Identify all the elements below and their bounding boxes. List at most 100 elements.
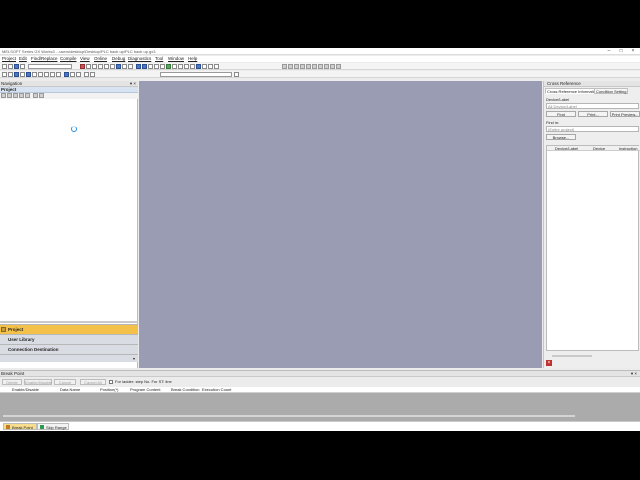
find-icon[interactable] [110,64,115,69]
convert-icon[interactable] [172,64,177,69]
rebuild-icon[interactable] [190,64,195,69]
nav-tab-user-library[interactable]: User Library [0,334,138,344]
print-preview-button[interactable]: Print Preview... [610,111,640,117]
inline-icon[interactable] [70,72,75,77]
menu-tool[interactable]: Tool [155,56,163,62]
operation-icon[interactable] [64,72,69,77]
break-point-scrollbar[interactable] [3,415,575,417]
device-label-input[interactable]: All Device/Label [546,103,639,109]
project-tree[interactable] [0,99,137,319]
continue-icon[interactable] [312,64,317,69]
cancel-button[interactable]: Cancel [54,379,76,385]
refresh-icon[interactable] [25,93,30,98]
build-icon[interactable] [184,64,189,69]
column-device-label[interactable]: Device/Label [555,146,578,151]
column-instruction[interactable]: Instruction [619,146,637,151]
simulation-icon[interactable] [166,64,171,69]
expand-icon[interactable] [1,93,6,98]
device-icon[interactable] [122,64,127,69]
monitor-start-icon[interactable] [154,64,159,69]
paste-icon[interactable] [92,64,97,69]
column-position[interactable]: Position(*) [100,387,118,393]
vertical-line-icon[interactable] [32,72,37,77]
menu-view[interactable]: View [80,56,90,62]
chevron-down-icon[interactable]: ▾ [133,355,135,363]
menu-compile[interactable]: Compile [60,56,77,62]
print-button[interactable]: Print... [578,111,608,117]
step-over-icon[interactable] [288,64,293,69]
close-contact-icon[interactable] [8,72,13,77]
step-in-icon[interactable] [294,64,299,69]
menu-diagnostics[interactable]: Diagnostics [128,56,151,62]
menu-help[interactable]: Help [188,56,197,62]
line-icon[interactable] [26,72,31,77]
parameter-icon[interactable] [90,72,95,77]
save-icon[interactable] [14,64,19,69]
redo-icon[interactable] [104,64,109,69]
invert-icon[interactable] [56,72,61,77]
function-icon[interactable] [20,72,25,77]
zoom-icon[interactable] [116,64,121,69]
skip-icon[interactable] [318,64,323,69]
delete-line-icon[interactable] [38,72,43,77]
print-icon[interactable] [20,64,25,69]
watch-icon[interactable] [336,64,341,69]
break-point-table[interactable]: Enable/Disable Data Name Position(*) Pro… [0,387,640,421]
step-out-icon[interactable] [300,64,305,69]
enable-disable-button[interactable]: Enable/Disable [24,379,52,385]
cancel-all-button[interactable]: Cancel All [80,379,106,385]
menu-find-replace[interactable]: Find/Replace [31,56,58,62]
column-break-condition[interactable]: Break Condition [171,387,199,393]
find-button[interactable]: Find [546,111,576,117]
open-contact-icon[interactable] [2,72,7,77]
sort-icon[interactable] [19,93,24,98]
column-device[interactable]: Device [593,146,605,151]
step-line-checkbox[interactable] [109,380,113,384]
new-project-icon[interactable] [2,64,7,69]
coil-icon[interactable] [14,72,19,77]
statement-icon[interactable] [208,64,213,69]
note-icon[interactable] [214,64,219,69]
collapse-icon[interactable] [7,93,12,98]
nav-tab-overflow[interactable]: ▾ [0,354,138,362]
nav-tab-project[interactable]: Project [0,324,138,334]
verify-icon[interactable] [148,64,153,69]
scan-icon[interactable] [324,64,329,69]
column-enable-disable[interactable]: Enable/Disable [12,387,39,393]
delete-button[interactable]: Delete [2,379,22,385]
menu-project[interactable]: Project [2,56,16,62]
filter-icon[interactable] [13,93,18,98]
menu-debug[interactable]: Debug [112,56,125,62]
work-window-area[interactable] [139,81,542,368]
tab-break-point[interactable]: Break Point [3,423,37,430]
close-icon[interactable]: × [546,360,552,366]
close-icon[interactable]: × [627,48,639,55]
maximize-icon[interactable]: □ [615,48,627,55]
monitor-icon[interactable] [128,64,133,69]
break-icon[interactable] [306,64,311,69]
properties-icon[interactable] [33,93,38,98]
label-icon[interactable] [84,72,89,77]
copy-icon[interactable] [86,64,91,69]
project-tree-icon[interactable] [39,93,44,98]
undo-icon[interactable] [98,64,103,69]
browse-button[interactable]: Browse... [546,134,576,140]
comment-icon[interactable] [202,64,207,69]
find-in-field[interactable]: (Entire project) [546,126,639,132]
program-combo[interactable] [160,72,232,77]
menu-online[interactable]: Online [94,56,107,62]
compile-icon[interactable] [178,64,183,69]
menu-edit[interactable]: Edit [19,56,27,62]
break-point-controls[interactable]: ▾ × [631,371,637,377]
falling-edge-icon[interactable] [50,72,55,77]
menu-window[interactable]: Window [168,56,184,62]
ladder-icon[interactable] [196,64,201,69]
column-execution-count[interactable]: Execution Count [202,387,231,393]
comment-edit-icon[interactable] [76,72,81,77]
minimize-icon[interactable]: – [603,48,615,55]
cut-icon[interactable] [80,64,85,69]
navigation-splitter[interactable] [0,321,138,323]
tab-condition-setting[interactable]: Condition Setting [594,88,629,94]
tab-skip-range[interactable]: Skip Range [37,423,69,430]
cross-reference-scrollbar[interactable] [552,355,592,357]
